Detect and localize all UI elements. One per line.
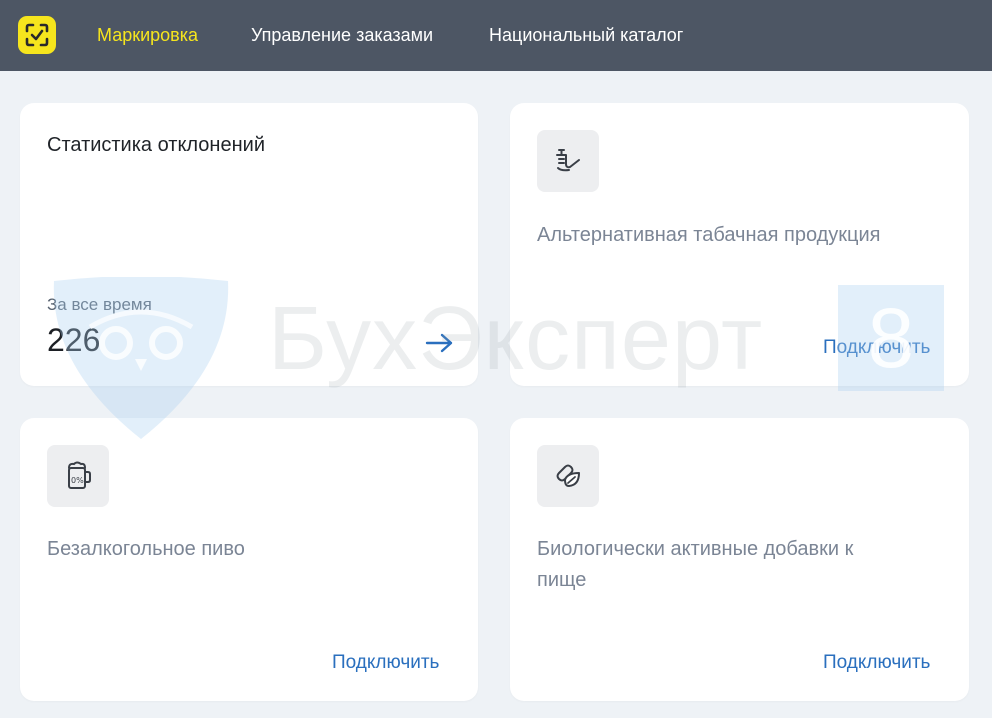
- nav-item-national-catalog[interactable]: Национальный каталог: [489, 0, 683, 71]
- card-label: Безалкогольное пиво: [47, 538, 245, 560]
- connect-button[interactable]: Подключить: [332, 652, 439, 674]
- leaf-capsule-icon: [556, 464, 580, 487]
- dietary-supplements-card: Биологически активные добавки к пище Под…: [510, 418, 969, 701]
- card-label-line-1: Биологически активные добавки к: [537, 538, 854, 560]
- beer-mug-icon: 0%: [68, 461, 91, 489]
- top-navigation-bar: Маркировка Управление заказами Националь…: [0, 0, 992, 71]
- nav-item-marking[interactable]: Маркировка: [97, 0, 198, 71]
- icon-container: 0%: [47, 445, 109, 507]
- arrow-right-icon[interactable]: [425, 331, 455, 355]
- card-label-line-2: пище: [537, 569, 587, 591]
- tobacco-products-card: Альтернативная табачная продукция Подклю…: [510, 103, 969, 386]
- checkmark-scan-icon: [25, 23, 49, 47]
- stat-caption: За все время: [47, 295, 152, 314]
- deviation-statistics-card[interactable]: Статистика отклонений За все время 226: [20, 103, 478, 386]
- connect-button[interactable]: Подключить: [823, 652, 930, 674]
- card-title: Статистика отклонений: [47, 134, 265, 156]
- icon-container: [537, 445, 599, 507]
- card-label: Альтернативная табачная продукция: [537, 224, 881, 246]
- logo[interactable]: [18, 16, 56, 54]
- svg-text:0%: 0%: [71, 476, 84, 485]
- pipe-icon: [556, 149, 580, 172]
- non-alcoholic-beer-card: 0% Безалкогольное пиво Подключить: [20, 418, 478, 701]
- nav-item-order-management[interactable]: Управление заказами: [251, 0, 433, 71]
- stat-value: 226: [47, 322, 101, 358]
- icon-container: [537, 130, 599, 192]
- connect-button[interactable]: Подключить: [823, 337, 930, 359]
